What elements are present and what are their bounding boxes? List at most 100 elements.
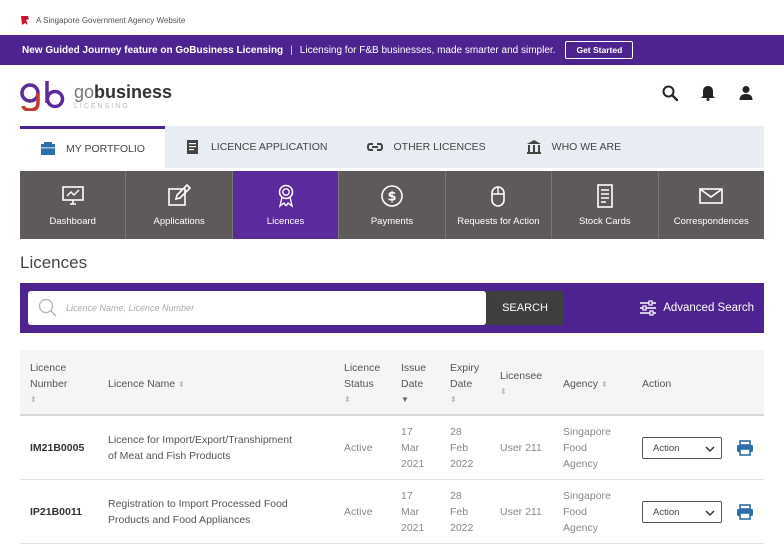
card-icon [597, 183, 613, 208]
agency-part: Food [563, 506, 587, 518]
col-licensee[interactable]: Licensee ⬍ [500, 368, 542, 400]
main-nav-other-licences[interactable]: OTHER LICENCES [347, 126, 505, 168]
col-label-line: Issue [401, 362, 427, 374]
chevron-down-icon [705, 446, 715, 453]
col-label: Licensee [500, 370, 543, 382]
action-dropdown-value: Action [653, 506, 680, 518]
col-licence-name[interactable]: Licence Name ⬍ [108, 376, 185, 393]
logo-wordmark: gobusiness LICENSING [74, 83, 172, 110]
lion-crest-icon [21, 15, 29, 25]
logo-go: go [74, 81, 95, 102]
licence-name-line: of Meat and Fish Products [108, 450, 231, 462]
dollar-icon: $ [381, 184, 403, 207]
site-header: gobusiness LICENSING [0, 65, 784, 125]
main-nav-my-portfolio[interactable]: MY PORTFOLIO [20, 126, 165, 168]
portfolio-icon [41, 141, 55, 155]
tab-applications[interactable]: Applications [126, 171, 233, 239]
main-nav-who-we-are[interactable]: WHO WE ARE [506, 126, 641, 168]
tab-dashboard[interactable]: Dashboard [20, 171, 127, 239]
col-licence-number[interactable]: Licence Number ⬍ [30, 360, 67, 408]
main-nav-label: WHO WE ARE [551, 141, 622, 153]
licence-number[interactable]: IP21B0011 [30, 504, 82, 520]
tab-licences[interactable]: Licences [232, 171, 340, 239]
link-icon [367, 143, 384, 151]
date-part: Feb [450, 442, 469, 454]
sort-icon: ⬍ [178, 380, 185, 389]
chevron-down-icon [705, 510, 715, 517]
date-part: Feb [450, 506, 469, 518]
col-expiry-date[interactable]: Expiry Date ⬍ [450, 360, 479, 408]
col-label-line: Status [344, 378, 374, 390]
agency: Singapore Food Agency [563, 424, 611, 472]
search-icon[interactable] [662, 85, 678, 101]
action-dropdown[interactable]: Action [642, 437, 722, 459]
licence-name-line: Registration to Import Processed Food [108, 498, 288, 510]
licence-name[interactable]: Licence for Import/Export/Transhipment o… [108, 432, 292, 464]
expiry-date: 28 Feb 2022 [450, 488, 473, 536]
col-issue-date[interactable]: Issue Date ▼ [401, 360, 426, 408]
gobusiness-logo[interactable]: gobusiness LICENSING [20, 81, 172, 111]
table-row: IP21B0011 Registration to Import Process… [20, 480, 764, 544]
svg-text:$: $ [387, 189, 396, 204]
get-started-button[interactable]: Get Started [565, 41, 634, 59]
edit-icon [168, 183, 192, 206]
mail-icon [699, 187, 724, 204]
award-icon [278, 184, 293, 208]
tab-label: Requests for Action [457, 215, 540, 227]
print-icon[interactable] [736, 504, 754, 520]
advanced-search-label: Advanced Search [663, 302, 754, 314]
promo-separator: | [290, 44, 293, 56]
page-title: Licences [20, 253, 88, 272]
tab-correspondences[interactable]: Correspondences [659, 171, 764, 239]
col-licence-status[interactable]: Licence Status ⬍ [344, 360, 380, 408]
gb-logo-mark-icon [20, 81, 65, 111]
date-part: 17 [401, 426, 413, 438]
col-agency[interactable]: Agency ⬍ [563, 376, 608, 393]
date-part: 2022 [450, 522, 474, 534]
tab-payments[interactable]: $ Payments [339, 171, 446, 239]
print-icon[interactable] [736, 440, 754, 456]
main-nav: MY PORTFOLIO LICENCE APPLICATION OTHER L… [20, 126, 764, 168]
search-icon [38, 298, 57, 317]
agency-part: Singapore [563, 426, 611, 438]
search-input[interactable]: Licence Name, Licence Number [28, 291, 486, 325]
agency-part: Food [563, 442, 587, 454]
tab-label: Stock Cards [578, 215, 631, 227]
col-label: Agency [563, 378, 599, 390]
promo-headline: New Guided Journey feature on GoBusiness… [22, 44, 284, 56]
tab-label: Licences [266, 215, 305, 227]
licensee: User 211 [500, 506, 542, 518]
agency-part: Singapore [563, 490, 611, 502]
col-label-line: Date [450, 378, 473, 390]
sort-icon: ⬍ [344, 395, 351, 404]
tab-stock-cards[interactable]: Stock Cards [552, 171, 659, 239]
application-icon [186, 140, 198, 154]
main-nav-licence-application[interactable]: LICENCE APPLICATION [165, 126, 348, 168]
main-nav-label: OTHER LICENCES [393, 141, 486, 153]
gov-banner: A Singapore Government Agency Website [20, 12, 185, 28]
portfolio-sub-nav: Dashboard Applications Licences $ Paymen… [20, 171, 764, 239]
sort-icon: ⬍ [450, 395, 457, 404]
date-part: 28 [450, 490, 462, 502]
sliders-icon [640, 300, 657, 316]
search-button[interactable]: SEARCH [486, 291, 564, 325]
action-dropdown[interactable]: Action [642, 501, 722, 523]
promo-tagline: Licensing for F&B businesses, made smart… [299, 44, 556, 56]
licence-name[interactable]: Registration to Import Processed Food Pr… [108, 496, 288, 528]
date-part: Mar [401, 506, 420, 518]
tab-label: Applications [153, 215, 205, 227]
user-icon[interactable] [738, 85, 754, 101]
bell-icon[interactable] [700, 85, 716, 101]
issue-date: 17 Mar 2021 [401, 488, 424, 536]
date-part: Mar [401, 442, 420, 454]
promo-banner: New Guided Journey feature on GoBusiness… [0, 35, 784, 65]
main-nav-label: MY PORTFOLIO [66, 142, 145, 155]
date-part: 2021 [401, 458, 425, 470]
date-part: 2022 [450, 458, 474, 470]
licence-name-line: Products and Food Appliances [108, 514, 251, 526]
col-label-line: Date [401, 378, 424, 390]
tab-requests-for-action[interactable]: Requests for Action [446, 171, 553, 239]
advanced-search-link[interactable]: Advanced Search [639, 300, 754, 316]
licence-number[interactable]: IM21B0005 [30, 440, 84, 456]
licence-status: Active [344, 442, 373, 454]
